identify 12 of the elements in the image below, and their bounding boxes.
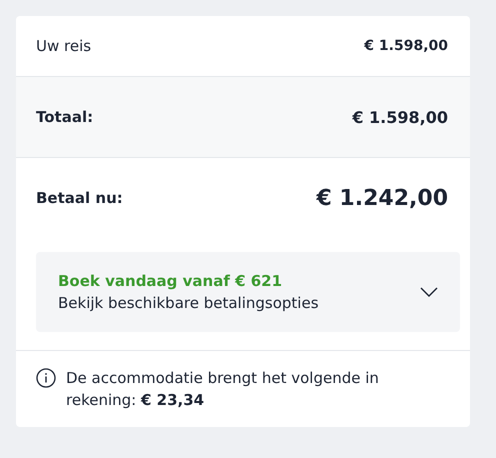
payment-options-panel[interactable]: Boek vandaag vanaf € 621 Bekijk beschikbare betalingsopties [36,252,460,332]
row-amount: € 1.598,00 [352,108,448,126]
row-amount: € 1.242,00 [316,186,448,210]
row-label: Totaal: [36,108,94,126]
row-amount: € 1.598,00 [364,38,448,54]
info-icon [36,368,56,388]
payment-subtext: Bekijk beschikbare betalingsopties [58,294,319,312]
row-label: Uw reis [36,37,92,55]
payment-headline: Boek vandaag vanaf € 621 [58,272,284,290]
row-label: Betaal nu: [36,189,123,207]
accommodation-notice: De accommodatie brengt het volgende in rekening: € 23,34 [66,368,380,411]
chevron-icon[interactable] [420,287,438,297]
